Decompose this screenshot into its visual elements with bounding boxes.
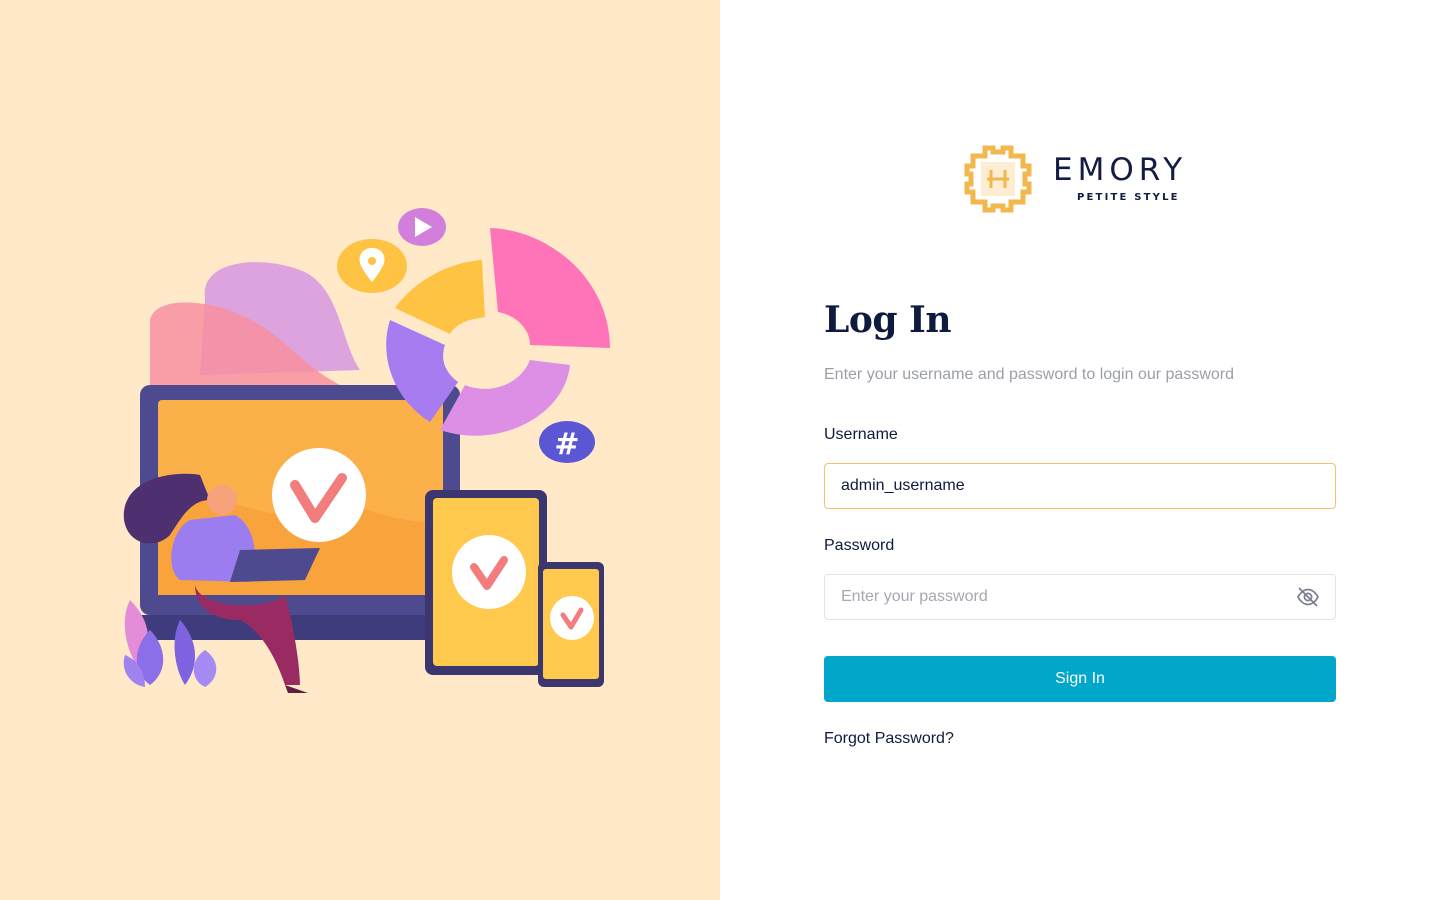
donut-graphic — [386, 228, 610, 436]
forgot-password-link[interactable]: Forgot Password? — [824, 728, 954, 750]
password-label: Password — [824, 537, 895, 554]
username-input[interactable] — [824, 463, 1336, 509]
login-form: Log In Enter your username and password … — [824, 296, 1336, 750]
brand-tagline: PETITE STYLE — [1077, 192, 1180, 203]
screen-check-badge — [272, 448, 366, 542]
login-panel: EMORY PETITE STYLE Log In Enter your use… — [720, 0, 1440, 900]
password-field-wrap — [824, 574, 1336, 620]
brand-logo: EMORY PETITE STYLE — [963, 144, 1203, 216]
password-input[interactable] — [824, 574, 1336, 620]
sign-in-button[interactable]: Sign In — [824, 656, 1336, 702]
illustration-panel: # — [0, 0, 720, 900]
username-label: Username — [824, 426, 898, 443]
hero-illustration: # — [123, 208, 610, 693]
username-field-wrap — [824, 463, 1336, 509]
brand-emblem-icon — [964, 145, 1032, 213]
page-title: Log In — [824, 299, 952, 341]
brand-name: EMORY — [1053, 152, 1188, 188]
hashtag-icon: # — [554, 427, 579, 462]
page-subtitle: Enter your username and password to logi… — [824, 366, 1234, 383]
eye-off-icon[interactable] — [1296, 585, 1320, 609]
